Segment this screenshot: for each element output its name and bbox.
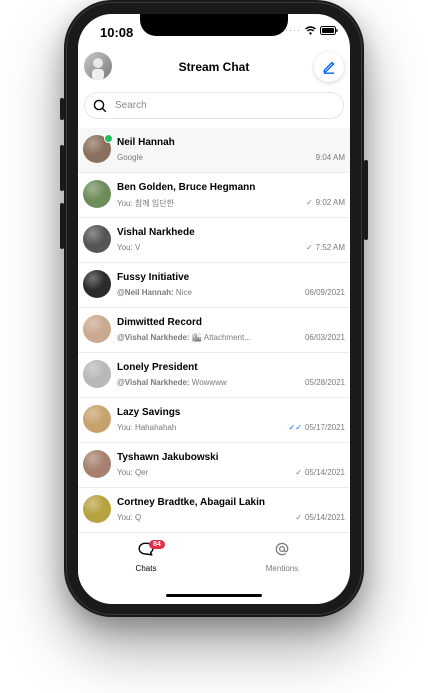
search-input[interactable]: Search: [115, 100, 147, 111]
message-text: You: Qer: [117, 468, 149, 477]
message-meta: ✓✓ 05/17/2021: [289, 423, 345, 432]
search-icon: [93, 99, 107, 113]
status-icons: ····: [285, 25, 338, 35]
channel-avatar: [83, 360, 111, 388]
check-icon: ✓: [295, 468, 302, 477]
message-time: 05/28/2021: [304, 378, 345, 387]
online-indicator: [104, 134, 113, 143]
channel-name: Lazy Savings: [117, 407, 181, 418]
at-sign-icon: [275, 542, 289, 556]
tab-chats[interactable]: 84 Chats: [106, 540, 186, 573]
channel-avatar: [83, 270, 111, 298]
compose-button[interactable]: [314, 52, 344, 82]
check-icon: ✓: [295, 513, 302, 522]
channel-name: Ben Golden, Bruce Hegmann: [117, 182, 256, 193]
channel-avatar: [83, 225, 111, 253]
message-time: 9:02 AM: [315, 198, 345, 207]
message-preview: @Vishal Narkhede: 🏙 Attachment...: [117, 333, 251, 342]
channel-name: Lonely President: [117, 362, 198, 373]
message-meta: 9:04 AM: [316, 153, 345, 162]
message-text: You: V: [117, 243, 141, 252]
message-meta: ✓ 9:02 AM: [306, 198, 345, 207]
message-author: @Vishal Narkhede:: [117, 333, 190, 342]
message-preview: @Vishal Narkhede: Wowwww: [117, 378, 227, 387]
message-text: You: Hahahahah: [117, 423, 177, 432]
channel-row[interactable]: Ben Golden, Bruce Hegmann You: 참께 입단한 ✓ 9:0…: [78, 173, 350, 218]
message-meta: ✓ 05/14/2021: [295, 468, 345, 477]
message-preview: You: Q: [117, 513, 141, 522]
message-time: 05/14/2021: [304, 468, 345, 477]
edit-icon: [323, 61, 335, 74]
message-preview: You: Qer: [117, 468, 148, 477]
check-icon: ✓: [305, 243, 313, 252]
unread-badge: 84: [149, 540, 165, 549]
channel-row[interactable]: Neil Hannah Google 9:04 AM: [78, 128, 350, 173]
channel-row[interactable]: Dimwitted Record @Vishal Narkhede: 🏙 Atta…: [78, 308, 350, 353]
tab-bar: 84 Chats Mentions: [78, 536, 350, 586]
channel-name: Fussy Initiative: [117, 272, 190, 283]
channel-name: Neil Hannah: [117, 137, 175, 148]
double-check-icon: ✓✓: [288, 423, 302, 432]
channel-avatar: [83, 495, 111, 523]
notch: [140, 14, 288, 36]
message-text: Nice: [173, 288, 192, 297]
message-time: 7:52 AM: [315, 243, 345, 252]
channel-name: Cortney Bradtke, Abagail Lakin: [117, 497, 265, 508]
message-preview: You: V: [117, 243, 140, 252]
message-time: 9:04 AM: [315, 153, 345, 162]
message-time: 06/09/2021: [304, 288, 345, 297]
message-meta: 05/28/2021: [305, 378, 345, 387]
message-preview: Google: [117, 153, 143, 162]
page-title: Stream Chat: [178, 60, 250, 74]
channel-avatar: [83, 180, 111, 208]
channel-avatar: [83, 405, 111, 433]
signal-icon: ····: [285, 25, 301, 35]
channel-row[interactable]: Lonely President @Vishal Narkhede: Wowwww…: [78, 353, 350, 398]
message-author: @Vishal Narkhede:: [117, 378, 190, 387]
message-meta: 06/09/2021: [305, 288, 345, 297]
message-text: You: 참께 입단한: [117, 199, 174, 208]
message-meta: ✓ 05/14/2021: [295, 513, 345, 522]
app-header: Stream Chat: [78, 50, 350, 86]
search-bar[interactable]: Search: [84, 92, 344, 119]
channel-name: Vishal Narkhede: [117, 227, 195, 238]
app-screen: 10:08 ···· Stream Chat Search Neil Hanna…: [78, 14, 350, 604]
check-icon: ✓: [305, 198, 313, 207]
channel-row[interactable]: Cortney Bradtke, Abagail Lakin You: Q ✓ 05/…: [78, 488, 350, 533]
message-preview: You: Hahahahah: [117, 423, 176, 432]
channel-row[interactable]: Tyshawn Jakubowski You: Qer ✓ 05/14/2021: [78, 443, 350, 488]
channel-list: Neil Hannah Google 9:04 AM Ben Golden, Bruc…: [78, 128, 350, 533]
channel-name: Dimwitted Record: [117, 317, 203, 328]
channel-row[interactable]: Vishal Narkhede You: V ✓ 7:52 AM: [78, 218, 350, 263]
message-text: You: Q: [117, 513, 142, 522]
channel-avatar: [83, 450, 111, 478]
message-text: Wowwww: [189, 378, 227, 387]
home-indicator[interactable]: [166, 594, 262, 597]
volume-up-button: [60, 145, 64, 191]
tab-mentions-label: Mentions: [265, 564, 299, 573]
power-button: [364, 160, 368, 240]
channel-row[interactable]: Lazy Savings You: Hahahahah ✓✓ 05/17/2021: [78, 398, 350, 443]
battery-icon: [320, 25, 338, 35]
message-time: 06/03/2021: [304, 333, 345, 342]
tab-chats-label: Chats: [135, 564, 157, 573]
channel-row[interactable]: Fussy Initiative @Neil Hannah: Nice 06/09/…: [78, 263, 350, 308]
message-preview: You: 참께 입단한: [117, 198, 174, 209]
channel-avatar: [83, 315, 111, 343]
volume-down-button: [60, 203, 64, 249]
mute-switch: [60, 98, 64, 120]
message-preview: @Neil Hannah: Nice: [117, 288, 192, 297]
status-time: 10:08: [100, 25, 134, 40]
message-meta: ✓ 7:52 AM: [306, 243, 345, 252]
wifi-icon: [305, 25, 316, 35]
message-meta: 06/03/2021: [305, 333, 345, 342]
channel-name: Tyshawn Jakubowski: [117, 452, 219, 463]
message-author: @Neil Hannah:: [117, 288, 174, 297]
message-time: 05/17/2021: [304, 423, 345, 432]
message-time: 05/14/2021: [304, 513, 345, 522]
tab-mentions[interactable]: Mentions: [242, 542, 322, 573]
message-text: 🏙 Attachment...: [189, 333, 251, 342]
message-text: Google: [117, 153, 143, 162]
